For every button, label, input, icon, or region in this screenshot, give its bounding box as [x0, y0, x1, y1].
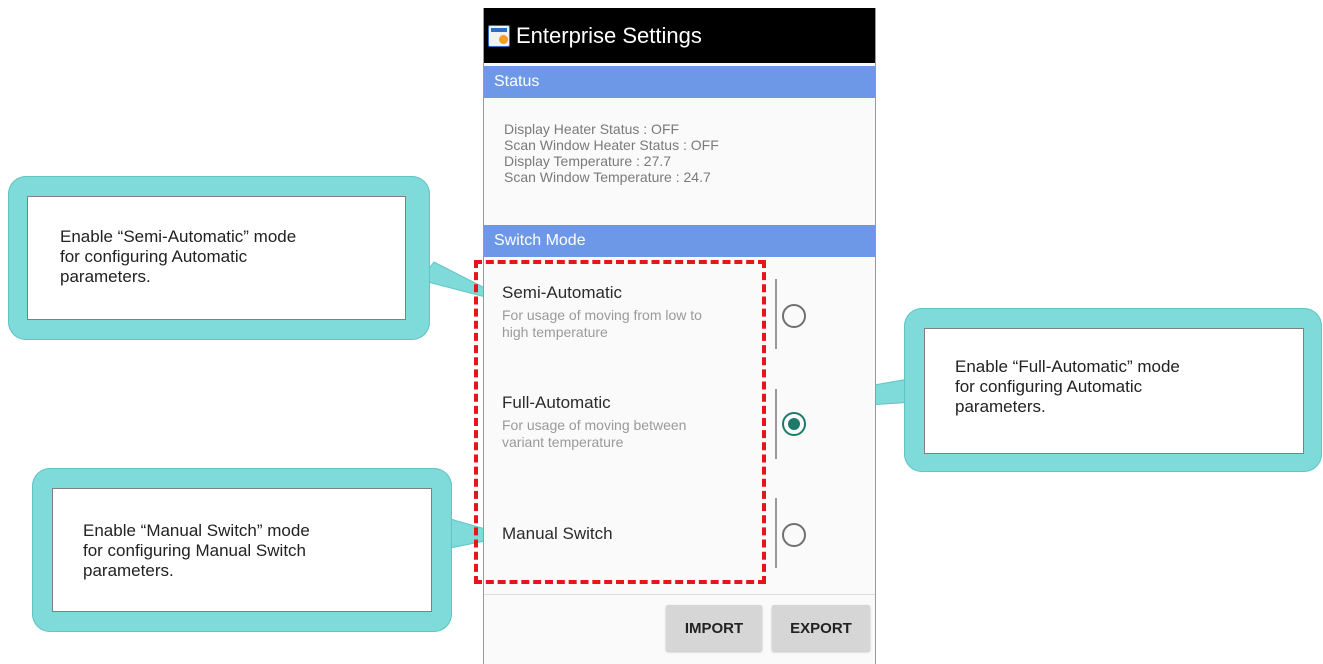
callout-line: parameters.: [955, 397, 1046, 416]
import-button[interactable]: IMPORT: [666, 605, 762, 651]
callout-line: Enable “Full-Automatic” mode: [955, 357, 1180, 376]
scan-window-heater-status: Scan Window Heater Status : OFF: [504, 137, 719, 153]
option-divider: [775, 279, 777, 349]
callout-box: Enable “Manual Switch” mode for configur…: [52, 488, 432, 612]
manual-switch-callout: Enable “Manual Switch” mode for configur…: [32, 468, 452, 632]
option-divider: [775, 498, 777, 568]
callout-line: Enable “Manual Switch” mode: [83, 521, 310, 540]
option-divider: [775, 389, 777, 459]
app-bar: Enterprise Settings: [484, 8, 875, 63]
app-title: Enterprise Settings: [516, 22, 702, 48]
callout-line: for configuring Automatic: [60, 247, 248, 266]
status-info: Display Heater Status : OFF Scan Window …: [504, 121, 719, 185]
callout-line: for configuring Automatic: [955, 377, 1143, 396]
app-settings-icon: [488, 24, 510, 47]
callout-line: parameters.: [83, 561, 174, 580]
callout-line: parameters.: [60, 267, 151, 286]
callout-box: Enable “Semi-Automatic” mode for configu…: [27, 196, 406, 320]
display-temperature: Display Temperature : 27.7: [504, 153, 672, 169]
callout-text: Enable “Full-Automatic” mode for configu…: [955, 357, 1180, 417]
display-heater-status: Display Heater Status : OFF: [504, 121, 680, 137]
full-automatic-radio[interactable]: [782, 412, 806, 436]
callout-line: for configuring Manual Switch: [83, 541, 307, 560]
switch-mode-highlight-box: [474, 260, 766, 584]
semi-automatic-radio[interactable]: [782, 304, 806, 328]
callout-line: Enable “Semi-Automatic” mode: [60, 227, 297, 246]
full-automatic-callout: Enable “Full-Automatic” mode for configu…: [904, 308, 1322, 472]
button-bar-divider: [484, 594, 875, 595]
status-section-header: Status: [484, 66, 875, 98]
export-button[interactable]: EXPORT: [772, 605, 870, 651]
switch-mode-section-header: Switch Mode: [484, 225, 875, 257]
semi-automatic-callout: Enable “Semi-Automatic” mode for configu…: [8, 176, 430, 340]
callout-box: Enable “Full-Automatic” mode for configu…: [924, 328, 1304, 454]
callout-text: Enable “Manual Switch” mode for configur…: [83, 521, 310, 581]
callout-text: Enable “Semi-Automatic” mode for configu…: [60, 227, 296, 287]
scan-window-temperature: Scan Window Temperature : 24.7: [504, 169, 711, 185]
manual-switch-radio[interactable]: [782, 523, 806, 547]
